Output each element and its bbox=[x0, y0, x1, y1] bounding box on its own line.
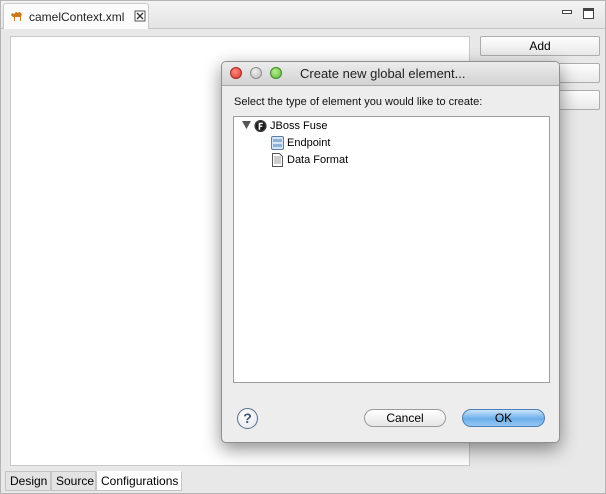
editor-tab-bar: camelContext.xml bbox=[1, 1, 605, 29]
dialog-titlebar[interactable]: Create new global element... bbox=[222, 62, 559, 86]
tab-source[interactable]: Source bbox=[51, 471, 96, 491]
tab-design[interactable]: Design bbox=[5, 471, 51, 491]
editor-tab-label: camelContext.xml bbox=[29, 10, 125, 24]
dialog-title: Create new global element... bbox=[300, 66, 466, 81]
ok-button[interactable]: OK bbox=[462, 409, 545, 427]
element-type-tree[interactable]: JBoss Fuse Endpoint Data Format bbox=[233, 116, 550, 383]
editor-tab-camelcontext[interactable]: camelContext.xml bbox=[3, 3, 149, 29]
tree-item-label: Endpoint bbox=[287, 137, 331, 149]
help-button[interactable]: ? bbox=[237, 408, 258, 429]
document-icon bbox=[272, 153, 283, 167]
add-button[interactable]: Add bbox=[480, 36, 600, 56]
cancel-button[interactable]: Cancel bbox=[364, 409, 446, 427]
tree-item-label: Data Format bbox=[287, 154, 349, 166]
expand-triangle-icon[interactable] bbox=[242, 121, 251, 129]
minimize-icon[interactable] bbox=[562, 8, 572, 18]
create-global-element-dialog: Create new global element... Select the … bbox=[221, 61, 560, 443]
tree-item-label: JBoss Fuse bbox=[270, 120, 328, 132]
close-window-icon[interactable] bbox=[230, 67, 242, 79]
endpoint-icon bbox=[271, 136, 284, 150]
tab-configurations[interactable]: Configurations bbox=[96, 471, 182, 491]
close-icon[interactable] bbox=[134, 10, 146, 22]
camel-icon bbox=[11, 12, 22, 21]
dialog-prompt: Select the type of element you would lik… bbox=[234, 96, 483, 108]
jboss-fuse-icon bbox=[254, 119, 267, 133]
zoom-window-icon[interactable] bbox=[270, 67, 282, 79]
maximize-icon[interactable] bbox=[583, 8, 594, 19]
minimize-window-icon[interactable] bbox=[250, 67, 262, 79]
